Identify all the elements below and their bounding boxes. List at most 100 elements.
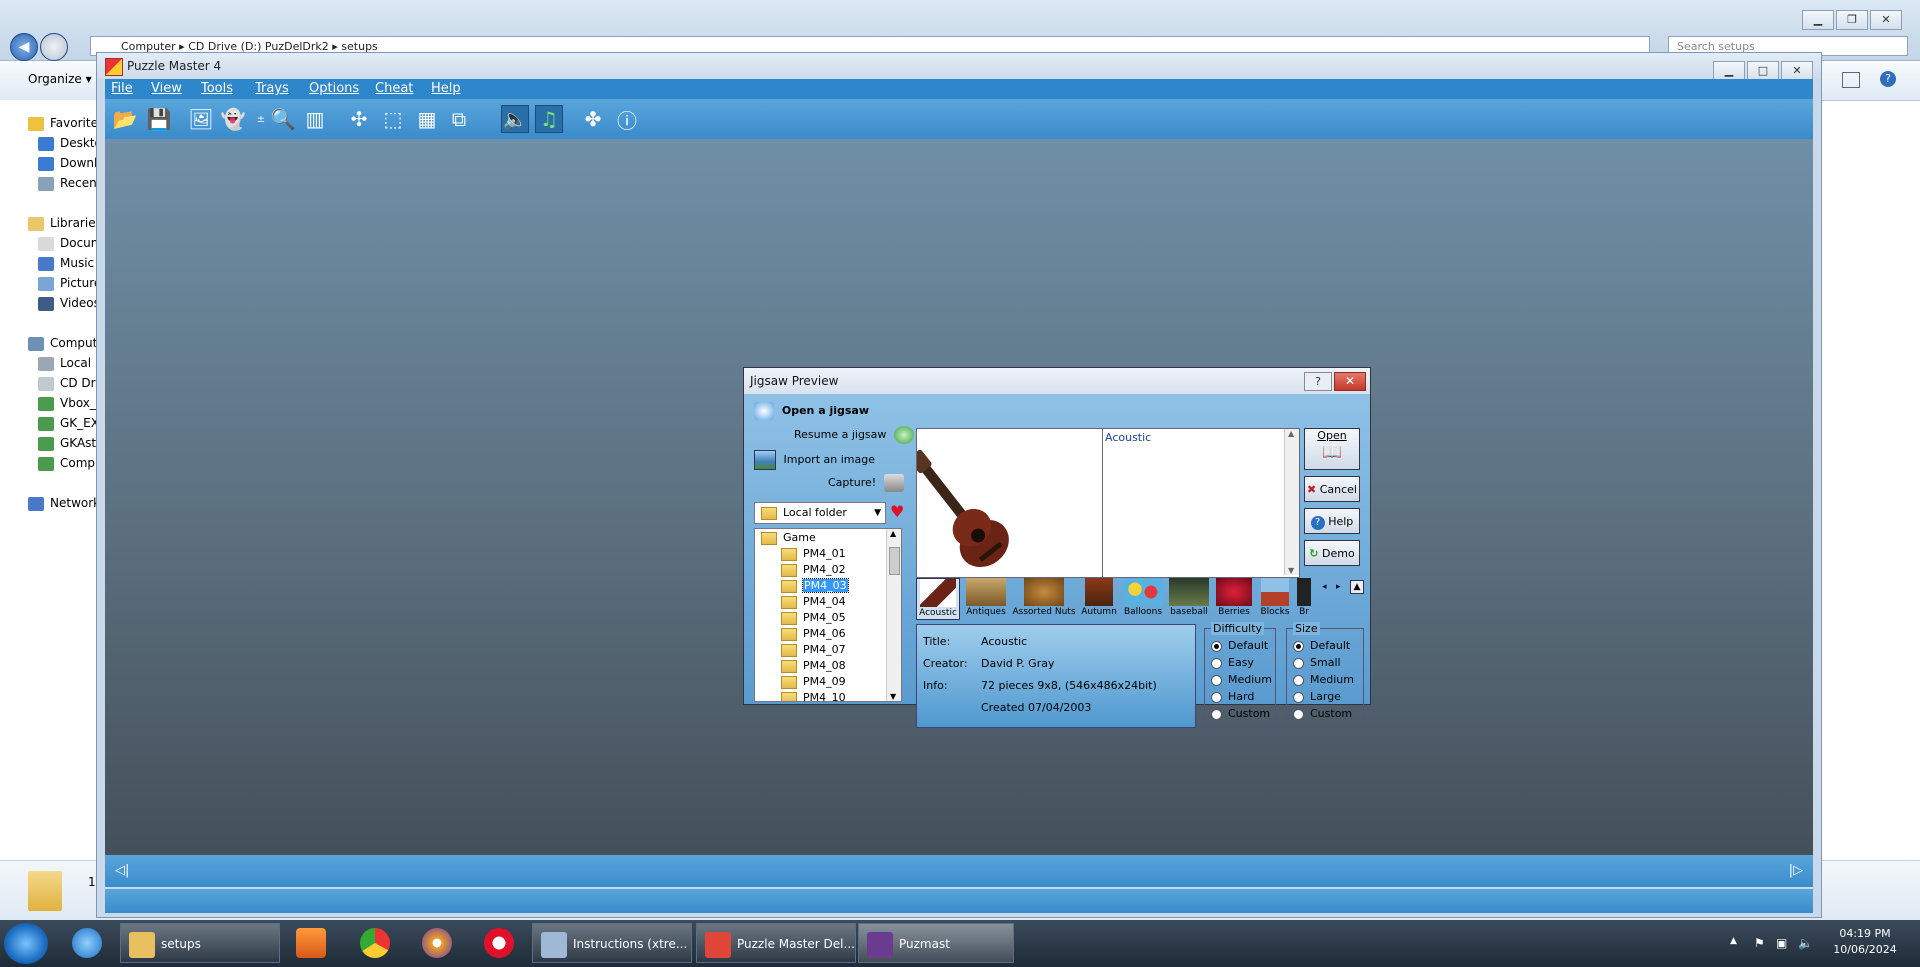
size-medium-radio[interactable]: Medium [1293, 673, 1354, 686]
sidebar-item[interactable]: GKAstr [38, 436, 101, 451]
tree-item[interactable]: PM4_08 [781, 659, 846, 673]
folder-select[interactable]: Local folder ▼ [754, 502, 886, 524]
scroll-up-icon[interactable]: ▲ [890, 529, 896, 538]
difficulty-default-radio[interactable]: Default [1211, 639, 1268, 652]
sidebar-item[interactable]: Recent [38, 176, 101, 191]
description-scrollbar[interactable]: ▲ ▼ [1284, 429, 1299, 575]
thumbnail-antiques[interactable]: Antiques [964, 578, 1008, 620]
edge-pieces-icon[interactable]: ⬚ [379, 105, 407, 133]
sidebar-item[interactable]: Picture [38, 276, 101, 291]
sidebar-item[interactable]: Music [38, 256, 94, 271]
network-icon[interactable]: ▣ [1776, 936, 1787, 950]
tree-item-selected[interactable]: PM4_03 [781, 578, 849, 593]
tree-item-root[interactable]: Game [761, 531, 816, 545]
tree-item[interactable]: PM4_05 [781, 611, 846, 625]
scatter-pieces-icon[interactable]: ✣ [345, 105, 373, 133]
thumbnail-balloons[interactable]: Balloons [1122, 578, 1164, 620]
thumb-expand-icon[interactable]: ▲ [1350, 580, 1364, 594]
difficulty-hard-radio[interactable]: Hard [1211, 690, 1254, 703]
tree-item[interactable]: PM4_01 [781, 547, 846, 561]
sidebar-item[interactable]: Videos [38, 296, 100, 311]
music-icon[interactable]: ♫ [535, 105, 563, 133]
scroll-down-icon[interactable]: ▼ [890, 692, 896, 701]
help-button[interactable]: ? Help [1304, 508, 1360, 534]
menu-tools[interactable]: Tools [201, 81, 233, 96]
chrome-icon[interactable] [360, 928, 390, 958]
sidebar-item[interactable]: Libraries [28, 216, 102, 231]
difficulty-custom-radio[interactable]: Custom [1211, 707, 1270, 720]
menu-trays[interactable]: Trays [255, 81, 289, 96]
screen-capture-icon[interactable]: ⧉ [445, 105, 473, 133]
sound-icon[interactable]: 🔈 [501, 105, 529, 133]
thumbnail-baseball[interactable]: baseball [1168, 578, 1210, 620]
menu-help[interactable]: Help [431, 81, 461, 96]
open-jigsaw-link[interactable]: Open a jigsaw [754, 402, 869, 420]
tree-item[interactable]: PM4_02 [781, 563, 846, 577]
menu-cheat[interactable]: Cheat [375, 81, 413, 96]
grid-icon[interactable]: ▦ [413, 105, 441, 133]
open-button[interactable]: Open 📖 [1304, 428, 1360, 470]
import-image-link[interactable]: Import an image [754, 450, 875, 470]
thumb-scroll-right-icon[interactable]: ▸ [1336, 582, 1341, 592]
favorite-heart-icon[interactable]: ♥ [890, 502, 904, 521]
scroll-up-icon[interactable]: ▲ [1288, 429, 1294, 438]
taskbar-item-puzmast[interactable]: Puzmast [858, 923, 1014, 963]
close-button[interactable]: ✕ [1870, 10, 1902, 30]
help-icon[interactable]: ? [1880, 71, 1896, 87]
media-player-icon[interactable] [296, 928, 326, 958]
dialog-help-button[interactable]: ? [1304, 372, 1332, 391]
size-custom-radio[interactable]: Custom [1293, 707, 1352, 720]
thumbnail-br[interactable]: Br [1296, 578, 1312, 620]
opera-icon[interactable] [484, 928, 514, 958]
restore-button[interactable]: ❐ [1836, 10, 1868, 30]
forward-button[interactable] [40, 33, 68, 61]
organize-button[interactable]: Organize ▾ [28, 72, 92, 86]
close-button[interactable]: ✕ [1781, 61, 1813, 81]
dialog-close-button[interactable]: ✕ [1334, 372, 1366, 391]
sidebar-item[interactable]: Favorites [28, 116, 104, 131]
scrollbar-thumb[interactable] [889, 547, 900, 575]
browser-icon[interactable] [422, 928, 452, 958]
tree-scrollbar[interactable]: ▲ ▼ [886, 529, 901, 701]
size-default-radio[interactable]: Default [1293, 639, 1350, 652]
thumb-scroll-left-icon[interactable]: ◂ [1322, 582, 1327, 592]
tree-item[interactable]: PM4_04 [781, 595, 846, 609]
maximize-button[interactable]: □ [1747, 61, 1779, 81]
help-circle-icon[interactable]: ⓘ [613, 105, 641, 133]
scroll-down-icon[interactable]: ▼ [1288, 566, 1294, 575]
thumbnail-autumn[interactable]: Autumn [1080, 578, 1118, 620]
demo-button[interactable]: ↻ Demo [1304, 540, 1360, 566]
puzzle-piece-icon[interactable]: ✤ [579, 105, 607, 133]
image-icon[interactable]: 🖼 [187, 105, 215, 133]
minimize-button[interactable]: ▁ [1802, 10, 1834, 30]
thumbnail-assorted-nuts[interactable]: Assorted Nuts [1012, 578, 1076, 620]
resume-jigsaw-link[interactable]: Resume a jigsaw [794, 426, 914, 444]
menu-options[interactable]: Options [309, 81, 359, 96]
back-button[interactable]: ◀ [10, 33, 38, 61]
folder-tree[interactable]: Game PM4_01 PM4_02 PM4_03 PM4_04 PM4_05 … [754, 528, 902, 702]
internet-explorer-icon[interactable] [72, 928, 102, 958]
sidebar-item[interactable]: Docum [38, 236, 102, 251]
sidebar-item[interactable]: Downlo [38, 156, 105, 171]
taskbar-item-puzzle-master[interactable]: Puzzle Master Del... [696, 923, 856, 963]
sidebar-item[interactable]: Compl [38, 456, 98, 471]
difficulty-medium-radio[interactable]: Medium [1211, 673, 1272, 686]
open-folder-icon[interactable]: 📂 [111, 105, 139, 133]
menu-file[interactable]: File [111, 81, 133, 96]
pieces-tray-icon[interactable]: ▥ [301, 105, 329, 133]
tree-item[interactable]: PM4_07 [781, 643, 846, 657]
tree-item[interactable]: PM4_06 [781, 627, 846, 641]
sidebar-item[interactable]: Compute [28, 336, 105, 351]
menu-view[interactable]: View [151, 81, 182, 96]
tray-right-handle-icon[interactable]: |▷ [1789, 863, 1803, 878]
sidebar-item[interactable]: Vbox_S [38, 396, 104, 411]
difficulty-easy-radio[interactable]: Easy [1211, 656, 1254, 669]
tree-item[interactable]: PM4_09 [781, 675, 846, 689]
save-icon[interactable]: 💾 [145, 105, 173, 133]
tray-left-handle-icon[interactable]: ◁| [115, 863, 129, 878]
show-hidden-icons-icon[interactable]: ▲ [1730, 936, 1737, 946]
jigsaw-description-box[interactable]: Acoustic ▲ ▼ [1102, 428, 1300, 578]
clock[interactable]: 04:19 PM 10/06/2024 [1820, 926, 1910, 958]
taskbar-item-instructions[interactable]: Instructions (xtre... [532, 923, 692, 963]
ghost-icon[interactable]: 👻 [219, 105, 247, 133]
